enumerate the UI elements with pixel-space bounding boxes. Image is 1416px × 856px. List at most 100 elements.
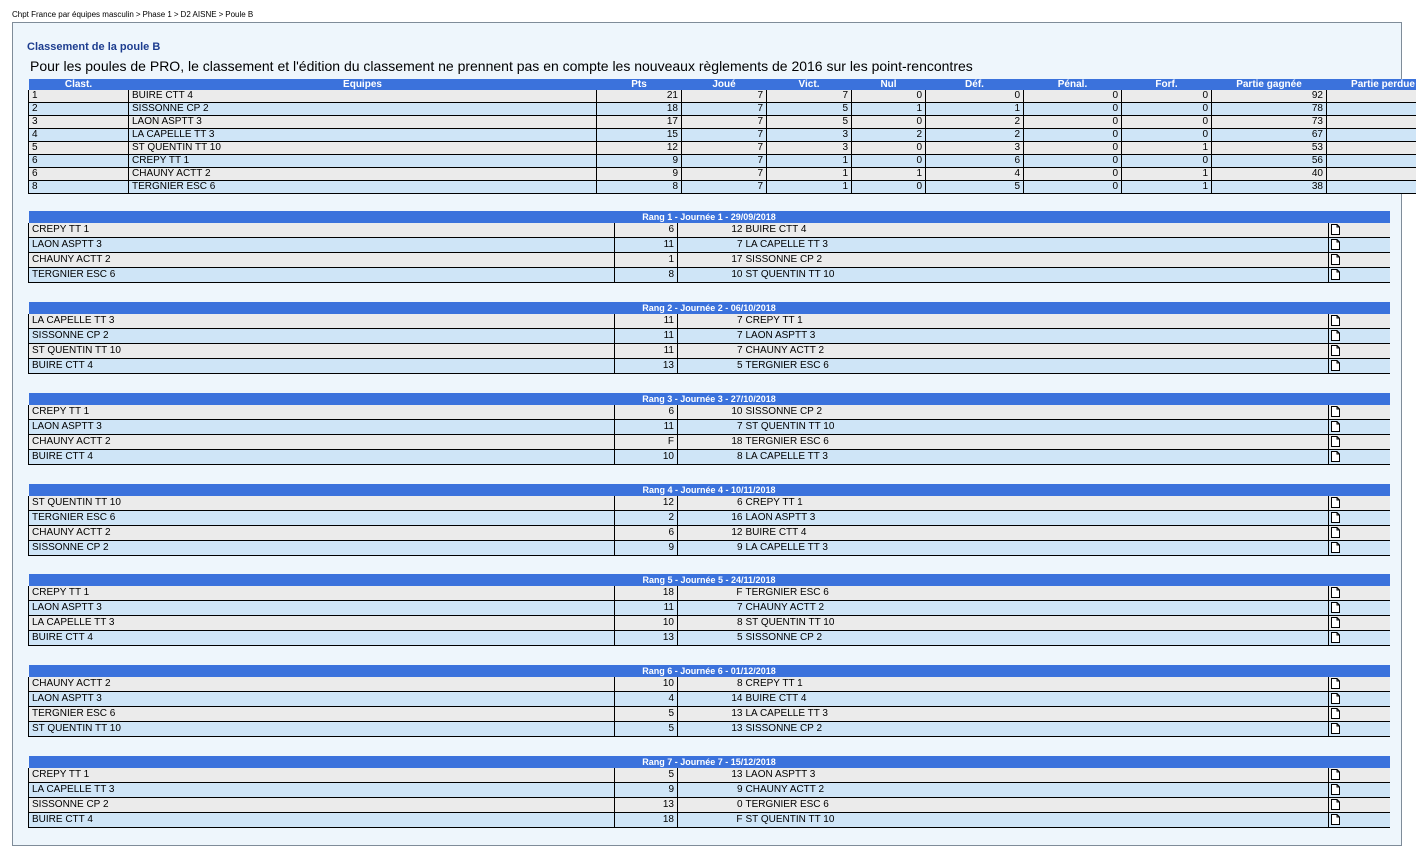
match-sheet-link[interactable] — [1328, 721, 1390, 737]
document-icon[interactable] — [1331, 769, 1340, 781]
away-team[interactable]: ST QUENTIN TT 10 — [743, 419, 1329, 435]
match-sheet-link[interactable] — [1328, 267, 1390, 283]
home-team[interactable]: CREPY TT 1 — [28, 768, 615, 783]
match-sheet-link[interactable] — [1328, 510, 1390, 526]
home-team[interactable]: LAON ASPTT 3 — [28, 600, 615, 616]
away-team[interactable]: LA CAPELLE TT 3 — [743, 540, 1329, 556]
document-icon[interactable] — [1331, 239, 1340, 251]
away-team[interactable]: TERGNIER ESC 6 — [743, 797, 1329, 813]
team-cell[interactable]: LAON ASPTT 3 — [128, 115, 597, 129]
breadcrumb-link-competition[interactable]: Chpt France par équipes masculin — [12, 10, 134, 19]
away-team[interactable]: SISSONNE CP 2 — [743, 252, 1329, 268]
away-team[interactable]: SISSONNE CP 2 — [743, 630, 1329, 646]
home-team[interactable]: BUIRE CTT 4 — [28, 630, 615, 646]
team-cell[interactable]: CREPY TT 1 — [128, 154, 597, 168]
away-team[interactable]: LA CAPELLE TT 3 — [743, 449, 1329, 465]
team-cell[interactable]: BUIRE CTT 4 — [128, 90, 597, 103]
away-team[interactable]: ST QUENTIN TT 10 — [743, 812, 1329, 828]
away-team[interactable]: BUIRE CTT 4 — [743, 223, 1329, 238]
match-sheet-link[interactable] — [1328, 496, 1390, 511]
match-sheet-link[interactable] — [1328, 223, 1390, 238]
home-team[interactable]: LAON ASPTT 3 — [28, 237, 615, 253]
team-cell[interactable]: SISSONNE CP 2 — [128, 102, 597, 116]
document-icon[interactable] — [1331, 632, 1340, 644]
match-sheet-link[interactable] — [1328, 314, 1390, 329]
match-sheet-link[interactable] — [1328, 615, 1390, 631]
match-sheet-link[interactable] — [1328, 812, 1390, 828]
document-icon[interactable] — [1331, 512, 1340, 524]
document-icon[interactable] — [1331, 587, 1340, 599]
home-team[interactable]: LAON ASPTT 3 — [28, 419, 615, 435]
home-team[interactable]: CREPY TT 1 — [28, 405, 615, 420]
home-team[interactable]: BUIRE CTT 4 — [28, 812, 615, 828]
document-icon[interactable] — [1331, 224, 1340, 236]
home-team[interactable]: ST QUENTIN TT 10 — [28, 496, 615, 511]
home-team[interactable]: CREPY TT 1 — [28, 223, 615, 238]
home-team[interactable]: TERGNIER ESC 6 — [28, 706, 615, 722]
away-team[interactable]: CHAUNY ACTT 2 — [743, 343, 1329, 359]
match-sheet-link[interactable] — [1328, 797, 1390, 813]
document-icon[interactable] — [1331, 254, 1340, 266]
match-sheet-link[interactable] — [1328, 782, 1390, 798]
away-team[interactable]: LAON ASPTT 3 — [743, 510, 1329, 526]
match-sheet-link[interactable] — [1328, 328, 1390, 344]
home-team[interactable]: ST QUENTIN TT 10 — [28, 721, 615, 737]
team-cell[interactable]: CHAUNY ACTT 2 — [128, 167, 597, 181]
document-icon[interactable] — [1331, 814, 1340, 826]
home-team[interactable]: SISSONNE CP 2 — [28, 328, 615, 344]
document-icon[interactable] — [1331, 527, 1340, 539]
away-team[interactable]: LAON ASPTT 3 — [743, 768, 1329, 783]
home-team[interactable]: LA CAPELLE TT 3 — [28, 314, 615, 329]
home-team[interactable]: BUIRE CTT 4 — [28, 449, 615, 465]
home-team[interactable]: SISSONNE CP 2 — [28, 797, 615, 813]
document-icon[interactable] — [1331, 421, 1340, 433]
match-sheet-link[interactable] — [1328, 252, 1390, 268]
away-team[interactable]: CREPY TT 1 — [743, 314, 1329, 329]
home-team[interactable]: CHAUNY ACTT 2 — [28, 525, 615, 541]
team-cell[interactable]: TERGNIER ESC 6 — [128, 180, 597, 194]
home-team[interactable]: TERGNIER ESC 6 — [28, 267, 615, 283]
match-sheet-link[interactable] — [1328, 540, 1390, 556]
document-icon[interactable] — [1331, 269, 1340, 281]
match-sheet-link[interactable] — [1328, 343, 1390, 359]
home-team[interactable]: CHAUNY ACTT 2 — [28, 252, 615, 268]
match-sheet-link[interactable] — [1328, 434, 1390, 450]
away-team[interactable]: CREPY TT 1 — [743, 677, 1329, 692]
away-team[interactable]: CHAUNY ACTT 2 — [743, 600, 1329, 616]
away-team[interactable]: TERGNIER ESC 6 — [743, 434, 1329, 450]
match-sheet-link[interactable] — [1328, 525, 1390, 541]
home-team[interactable]: BUIRE CTT 4 — [28, 358, 615, 374]
away-team[interactable]: CHAUNY ACTT 2 — [743, 782, 1329, 798]
home-team[interactable]: ST QUENTIN TT 10 — [28, 343, 615, 359]
match-sheet-link[interactable] — [1328, 706, 1390, 722]
match-sheet-link[interactable] — [1328, 586, 1390, 601]
team-cell[interactable]: LA CAPELLE TT 3 — [128, 128, 597, 142]
match-sheet-link[interactable] — [1328, 600, 1390, 616]
document-icon[interactable] — [1331, 451, 1340, 463]
home-team[interactable]: LA CAPELLE TT 3 — [28, 615, 615, 631]
document-icon[interactable] — [1331, 315, 1340, 327]
document-icon[interactable] — [1331, 436, 1340, 448]
home-team[interactable]: SISSONNE CP 2 — [28, 540, 615, 556]
away-team[interactable]: CREPY TT 1 — [743, 496, 1329, 511]
away-team[interactable]: SISSONNE CP 2 — [743, 721, 1329, 737]
home-team[interactable]: CHAUNY ACTT 2 — [28, 434, 615, 450]
document-icon[interactable] — [1331, 542, 1340, 554]
match-sheet-link[interactable] — [1328, 768, 1390, 783]
document-icon[interactable] — [1331, 406, 1340, 418]
away-team[interactable]: TERGNIER ESC 6 — [743, 358, 1329, 374]
document-icon[interactable] — [1331, 345, 1340, 357]
away-team[interactable]: BUIRE CTT 4 — [743, 525, 1329, 541]
match-sheet-link[interactable] — [1328, 237, 1390, 253]
away-team[interactable]: TERGNIER ESC 6 — [743, 586, 1329, 601]
away-team[interactable]: ST QUENTIN TT 10 — [743, 615, 1329, 631]
away-team[interactable]: BUIRE CTT 4 — [743, 691, 1329, 707]
away-team[interactable]: ST QUENTIN TT 10 — [743, 267, 1329, 283]
home-team[interactable]: CHAUNY ACTT 2 — [28, 677, 615, 692]
document-icon[interactable] — [1331, 784, 1340, 796]
team-cell[interactable]: ST QUENTIN TT 10 — [128, 141, 597, 155]
document-icon[interactable] — [1331, 497, 1340, 509]
away-team[interactable]: LA CAPELLE TT 3 — [743, 706, 1329, 722]
home-team[interactable]: LA CAPELLE TT 3 — [28, 782, 615, 798]
home-team[interactable]: CREPY TT 1 — [28, 586, 615, 601]
